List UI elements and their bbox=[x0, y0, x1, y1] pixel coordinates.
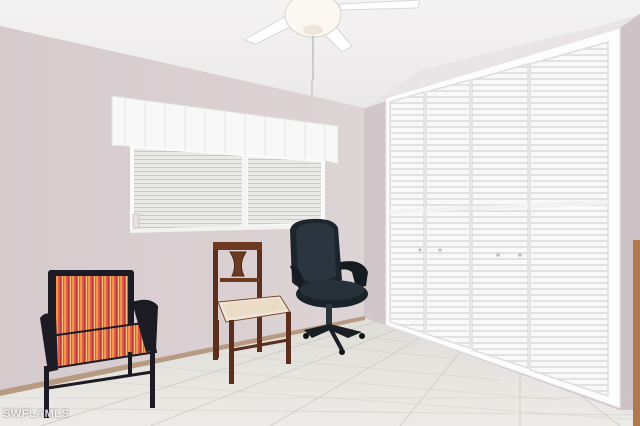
window-blinds-icon bbox=[130, 146, 325, 233]
watermark-text: SWFLAMLS bbox=[3, 408, 70, 420]
room-illustration bbox=[0, 0, 640, 426]
room-photo: SWFLAMLS bbox=[0, 0, 640, 426]
